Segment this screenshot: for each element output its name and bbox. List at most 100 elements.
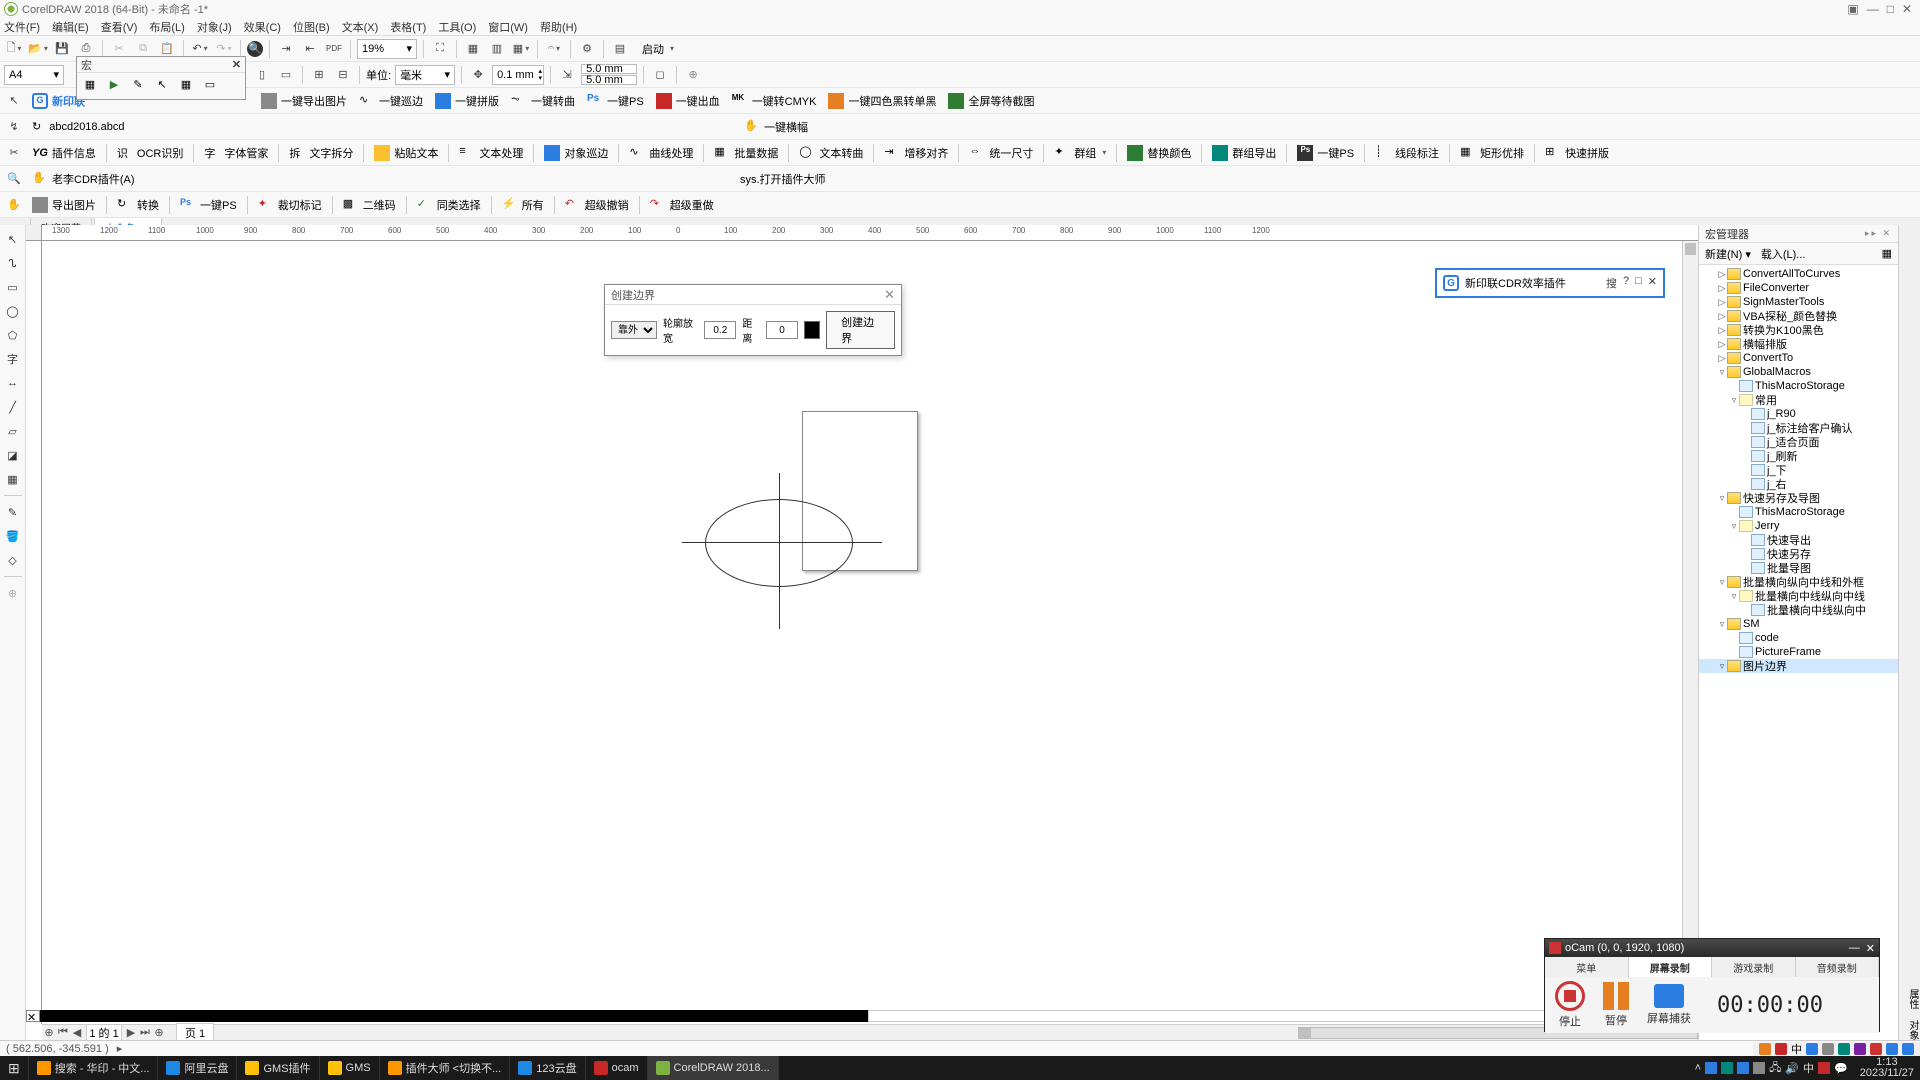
fill-tool[interactable]: 🪣: [3, 526, 23, 546]
tree-node[interactable]: ▿GlobalMacros: [1699, 365, 1898, 379]
yg-replace-color[interactable]: 替换颜色: [1123, 143, 1195, 163]
taskbar-item[interactable]: 123云盘: [510, 1056, 585, 1080]
tree-node[interactable]: ▷FileConverter: [1699, 281, 1898, 295]
ocam-tab-menu[interactable]: 菜单: [1545, 957, 1629, 977]
page-last-icon[interactable]: ⏭: [138, 1026, 152, 1039]
tree-node[interactable]: 快速导出: [1699, 533, 1898, 547]
xyl-plugin-panel[interactable]: G 新印联CDR效率插件 搜 ? □ ✕: [1435, 268, 1665, 298]
menu-help[interactable]: 帮助(H): [540, 19, 577, 35]
ruler-horizontal[interactable]: 1300120011001000900800700600500400300200…: [42, 225, 1698, 241]
menu-table[interactable]: 表格(T): [390, 19, 426, 35]
menu-object[interactable]: 对象(J): [197, 19, 232, 35]
menu-tools[interactable]: 工具(O): [438, 19, 476, 35]
ratio-input[interactable]: [704, 321, 736, 339]
open-button[interactable]: 📂: [28, 39, 48, 59]
xyl-fullscreen-cap[interactable]: 全屏等待截图: [944, 91, 1038, 111]
maximize-button[interactable]: □: [1887, 2, 1894, 16]
create-border-dialog[interactable]: 创建边界✕ 靠外 轮廓放宽 距离 创建边界: [604, 284, 902, 356]
add-preset-icon[interactable]: ⊕: [683, 65, 703, 85]
macro-vba-icon[interactable]: ▦: [1882, 247, 1892, 260]
dialog-close-icon[interactable]: ✕: [884, 287, 895, 303]
taskbar-clock[interactable]: 1:132023/11/27: [1854, 1057, 1920, 1079]
shadow-tool[interactable]: ◪: [3, 445, 23, 465]
tray-network-icon[interactable]: 🖧: [1769, 1059, 1781, 1078]
ocam-stop-button[interactable]: 停止: [1555, 981, 1585, 1029]
laoli-plugin[interactable]: ✋老李CDR插件(A): [28, 169, 139, 189]
yg-rect-arrange[interactable]: ▦矩形优排: [1456, 143, 1528, 163]
tree-node[interactable]: ▷VBA探秘_颜色替换: [1699, 309, 1898, 323]
act-all[interactable]: ⚡所有: [498, 195, 548, 215]
yg-batchdata[interactable]: ▦批量数据: [710, 143, 782, 163]
launch-grid-icon[interactable]: ▤: [610, 39, 630, 59]
snap-dropdown[interactable]: ▦: [511, 39, 531, 59]
tree-node[interactable]: ▷SignMasterTools: [1699, 295, 1898, 309]
ruler-corner[interactable]: [26, 225, 42, 241]
yg-text2curve[interactable]: ◯文本转曲: [795, 143, 867, 163]
text-tool[interactable]: 字: [3, 349, 23, 369]
page-first-icon[interactable]: ⏮: [56, 1026, 70, 1039]
freehand-tool[interactable]: ᔐ: [3, 253, 23, 273]
outline-tool[interactable]: ◇: [3, 550, 23, 570]
tray2-icon[interactable]: [1822, 1043, 1834, 1055]
tree-node[interactable]: ThisMacroStorage: [1699, 379, 1898, 393]
ocam-min[interactable]: —: [1849, 942, 1860, 955]
ocam-tab-game[interactable]: 游戏录制: [1712, 957, 1796, 977]
menu-text[interactable]: 文本(X): [342, 19, 379, 35]
unit-combo[interactable]: 毫米▾: [395, 65, 455, 85]
act-qr[interactable]: ▩二维码: [339, 195, 400, 215]
xyl-close-icon[interactable]: ✕: [1648, 275, 1657, 291]
color-palette-bar[interactable]: ✕: [26, 1010, 1698, 1022]
dupy-field[interactable]: 5.0 mm: [581, 75, 637, 85]
xyl-help-icon[interactable]: ?: [1623, 275, 1629, 291]
taskbar-item[interactable]: 搜索 - 华印 - 中文...: [29, 1056, 159, 1080]
act-select-similar[interactable]: ✓同类选择: [413, 195, 485, 215]
macro-win-close[interactable]: ✕: [232, 58, 241, 71]
page-mode2-icon[interactable]: ⊟: [333, 65, 353, 85]
dimension-tool[interactable]: ↔: [3, 373, 23, 393]
yg-ocr[interactable]: 识OCR识别: [113, 143, 187, 163]
menu-effects[interactable]: 效果(C): [244, 19, 281, 35]
border-color-swatch[interactable]: [804, 321, 820, 339]
bleed-icon[interactable]: ◻: [650, 65, 670, 85]
macro-edit-icon[interactable]: ✎: [129, 75, 147, 93]
status-expand-icon[interactable]: ▸: [117, 1042, 123, 1055]
tree-node[interactable]: j_下: [1699, 463, 1898, 477]
page-current[interactable]: 1 的 1: [86, 1024, 122, 1041]
transparency-tool[interactable]: ▦: [3, 469, 23, 489]
tray2-ime[interactable]: 中: [1791, 1041, 1802, 1057]
launch-dropdown[interactable]: 启动: [638, 39, 678, 59]
tray2-icon[interactable]: [1775, 1043, 1787, 1055]
xyl-search-button[interactable]: 搜: [1606, 275, 1617, 291]
ocam-window[interactable]: oCam (0, 0, 1920, 1080)—✕ 菜单 屏幕录制 游戏录制 音…: [1544, 938, 1880, 1032]
macro-floating-window[interactable]: 宏✕ ▦ ▶ ✎ ↖ ▦ ▭: [76, 56, 246, 100]
xyl-patrol[interactable]: ∿一键巡边: [355, 91, 427, 111]
snap-grid-icon[interactable]: ▦: [463, 39, 483, 59]
macro-record-icon[interactable]: ▦: [177, 75, 195, 93]
yg-align[interactable]: ⇥增移对齐: [880, 143, 952, 163]
hand-tool-mini[interactable]: ✋: [4, 195, 24, 215]
menu-layout[interactable]: 布局(L): [149, 19, 184, 35]
tree-node[interactable]: ▿Jerry: [1699, 519, 1898, 533]
taskbar-item[interactable]: GMS插件: [237, 1056, 319, 1080]
panel-collapse-icon[interactable]: ▸▸ ✕: [1865, 228, 1892, 239]
yg-fast-impose[interactable]: ⊞快速拼版: [1541, 143, 1613, 163]
macro-calendar-icon[interactable]: ▦: [81, 75, 99, 93]
tree-node[interactable]: 快速另存: [1699, 547, 1898, 561]
tree-node[interactable]: 批量导图: [1699, 561, 1898, 575]
close-button[interactable]: ✕: [1902, 2, 1912, 16]
menu-view[interactable]: 查看(V): [101, 19, 138, 35]
tray-volume-icon[interactable]: 🔊: [1785, 1062, 1799, 1075]
page-add2-icon[interactable]: ⊕: [152, 1026, 166, 1039]
page-add-icon[interactable]: ⊕: [42, 1026, 56, 1039]
menu-window[interactable]: 窗口(W): [488, 19, 528, 35]
tray-action-icon[interactable]: 💬: [1834, 1062, 1848, 1075]
tray-icon[interactable]: [1737, 1062, 1749, 1074]
ocam-pause-button[interactable]: 暂停: [1603, 982, 1629, 1028]
tray2-icon[interactable]: [1838, 1043, 1850, 1055]
ocam-tab-screen[interactable]: 屏幕录制: [1629, 957, 1713, 977]
tray2-icon[interactable]: [1902, 1043, 1914, 1055]
tray2-icon[interactable]: [1806, 1043, 1818, 1055]
macro-tree[interactable]: ▷ConvertAllToCurves▷FileConverter▷SignMa…: [1699, 265, 1898, 1040]
tree-node[interactable]: ▷ConvertTo: [1699, 351, 1898, 365]
help-square-icon[interactable]: ▣: [1847, 2, 1858, 16]
